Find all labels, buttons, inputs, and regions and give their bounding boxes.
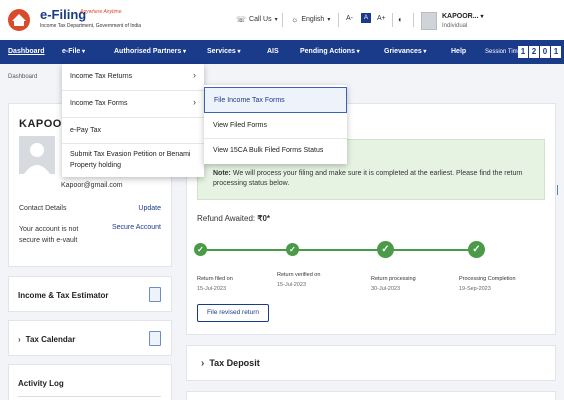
session-time-label: Session Time (485, 49, 522, 55)
call-us-label: Call Us (249, 16, 272, 23)
check-icon: ✓ (194, 243, 207, 256)
session-digit: 2 (529, 46, 539, 58)
income-tax-estimator-card[interactable]: Income & Tax Estimator (8, 276, 172, 312)
side-marker (557, 185, 561, 195)
divider (62, 143, 204, 144)
session-digit: 1 (518, 46, 528, 58)
contrast-toggle[interactable]: ◐ (398, 15, 403, 24)
progress-track (201, 249, 479, 251)
avatar[interactable] (421, 12, 437, 30)
tax-deposit-label: › Tax Deposit (201, 358, 260, 369)
calculator-icon (149, 287, 161, 302)
session-digit: 1 (551, 46, 561, 58)
nav-pending-actions[interactable]: Pending Actions (300, 40, 360, 64)
session-digit: 0 (540, 46, 550, 58)
profile-email: Kapoor@gmail.com (61, 182, 123, 189)
step-date: 30-Jul-2023 (371, 286, 401, 292)
nav-dashboard[interactable]: Dashboard (8, 40, 45, 64)
contact-details-label: Contact Details (19, 205, 67, 212)
check-icon: ✓ (286, 243, 299, 256)
nav-authorised-partners[interactable]: Authorised Partners (114, 40, 186, 64)
step-label: Processing Completion (459, 276, 516, 282)
menu-item-tax-evasion-petition[interactable]: Submit Tax Evasion Petition or Benami (70, 151, 191, 158)
income-tax-forms-submenu: File Income Tax Forms View Filed Forms V… (204, 85, 347, 164)
user-name[interactable]: KAPOOR... ▾ (442, 13, 484, 20)
note-label: Note: (213, 170, 231, 177)
check-icon: ✓ (377, 241, 394, 258)
step-date: 19-Sep-2023 (459, 286, 491, 292)
nav-help[interactable]: Help (451, 40, 466, 64)
header-divider (282, 13, 283, 27)
refund-label: Refund Awaited: (197, 214, 256, 223)
step-label: Return processing (371, 276, 416, 282)
efile-dropdown-menu: Income Tax Returns › Income Tax Forms › … (62, 64, 204, 177)
language-selector[interactable]: ☼ English ▾ (291, 15, 330, 24)
phone-icon: ☏ (236, 15, 247, 24)
refund-status: Refund Awaited: ₹0* (197, 214, 270, 223)
menu-item-e-pay-tax[interactable]: e-Pay Tax (70, 127, 101, 134)
activity-log-card[interactable]: Activity Log (8, 364, 172, 400)
step-date: 15-Jul-2023 (197, 286, 227, 292)
logo-tagline: Anywhere Anytime (80, 9, 122, 15)
check-icon: ✓ (468, 241, 485, 258)
chevron-down-icon: ▾ (480, 14, 484, 20)
font-normal-button[interactable]: A (361, 13, 371, 23)
call-us-button[interactable]: ☏ Call Us ▾ (236, 15, 278, 24)
update-link[interactable]: Update (138, 205, 161, 212)
divider (18, 396, 161, 397)
contrast-icon: ◐ (398, 15, 403, 24)
header-divider (392, 13, 393, 27)
activity-log-label: Activity Log (18, 379, 64, 388)
secure-account-link[interactable]: Secure Account (112, 224, 161, 231)
globe-icon: ☼ (291, 15, 299, 24)
tax-calendar-label: › Tax Calendar (18, 335, 75, 344)
secure-status-text: Your account is not secure with e-vault (19, 226, 79, 244)
menu-item-income-tax-forms[interactable]: Income Tax Forms (70, 100, 127, 107)
chevron-right-icon: › (18, 335, 21, 344)
step-label: Return filed on (197, 276, 233, 282)
tax-calendar-text: Tax Calendar (25, 335, 76, 344)
chevron-right-icon: › (193, 70, 196, 80)
nav-ais[interactable]: AIS (267, 40, 279, 64)
estimator-label: Income & Tax Estimator (18, 291, 109, 300)
divider (62, 90, 204, 91)
logo-subtitle: Income Tax Department, Government of Ind… (40, 23, 142, 29)
menu-item-view-filed-forms[interactable]: View Filed Forms (204, 113, 347, 139)
nav-efile[interactable]: e-File (62, 40, 85, 64)
step-label: Return verified on (277, 272, 321, 278)
top-header: e-Filing Anywhere Anytime Income Tax Dep… (0, 0, 564, 40)
header-divider (338, 13, 339, 27)
tax-calendar-card[interactable]: › Tax Calendar (8, 320, 172, 356)
main-nav: Dashboard e-File Authorised Partners Ser… (0, 40, 564, 64)
calendar-icon (149, 331, 161, 346)
language-label: English (301, 16, 325, 23)
file-revised-return-button[interactable]: File revised return (197, 304, 269, 322)
breadcrumb[interactable]: Dashboard (8, 74, 37, 80)
menu-item-tax-evasion-petition-line2[interactable]: Property holding (70, 162, 121, 169)
font-decrease-button[interactable]: A- (346, 15, 353, 22)
menu-item-view-15ca-status[interactable]: View 15CA Bulk Filed Forms Status (204, 138, 347, 164)
user-role: Individual (442, 23, 468, 29)
header-divider (413, 13, 414, 27)
font-increase-button[interactable]: A+ (377, 15, 386, 22)
tax-deposit-text: Tax Deposit (209, 358, 260, 368)
note-text: Note: We will process your filing and ma… (213, 169, 529, 189)
step-date: 15-Jul-2023 (277, 282, 307, 288)
chevron-down-icon: ▾ (274, 17, 278, 23)
chevron-right-icon: › (193, 97, 196, 107)
refund-value: ₹0* (257, 214, 271, 223)
nav-grievances[interactable]: Grievances (384, 40, 426, 64)
avatar (19, 136, 55, 174)
emblem-icon (8, 9, 30, 31)
chevron-down-icon: ▾ (327, 17, 331, 23)
menu-item-file-income-tax-forms[interactable]: File Income Tax Forms (204, 87, 347, 113)
next-card (186, 391, 556, 400)
menu-item-income-tax-returns[interactable]: Income Tax Returns (70, 73, 132, 80)
note-body: We will process your filing and make sur… (213, 170, 523, 187)
divider (62, 117, 204, 118)
chevron-right-icon: › (201, 358, 205, 369)
nav-services[interactable]: Services (207, 40, 241, 64)
tax-deposit-card[interactable]: › Tax Deposit (186, 345, 556, 381)
user-name-label: KAPOOR... (442, 13, 479, 20)
